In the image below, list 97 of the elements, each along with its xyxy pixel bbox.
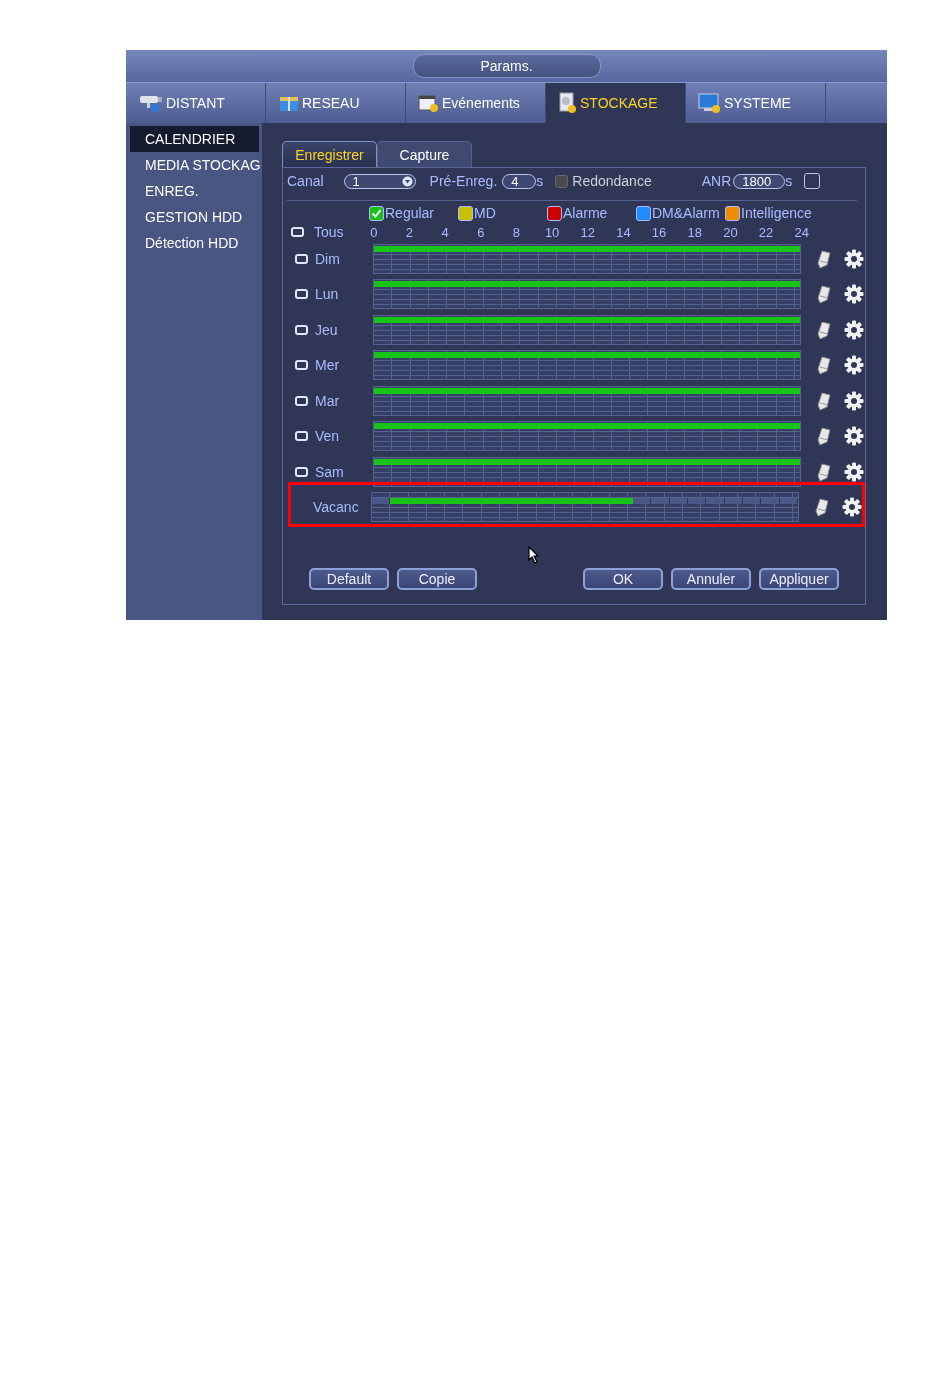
unit-label: s [536,173,544,189]
schedule-grid[interactable] [373,314,801,345]
action-button[interactable]: OK [583,568,663,590]
hour-label: 10 [543,224,561,240]
day-label: Ven [315,428,341,445]
legend-label: DM&Alarm [652,205,720,221]
legend-swatch[interactable] [725,205,740,221]
day-label: Vacanc [313,499,360,516]
settings-icon[interactable] [844,461,864,482]
sidebar-item[interactable]: ENREG. [130,178,259,204]
hour-label: 14 [615,224,632,240]
settings-icon[interactable] [842,497,862,518]
row-toggle[interactable] [295,253,308,264]
disk-icon [558,92,578,114]
pen-icon[interactable] [814,497,830,518]
sidebar-item[interactable]: GESTION HDD [130,204,259,230]
hour-label: 16 [650,224,668,240]
field-label: Pré-Enreg. [429,173,498,189]
schedule-grid[interactable] [373,385,801,416]
hour-label: 24 [793,224,810,240]
hour-label: 4 [440,224,450,240]
camera-icon [138,93,164,113]
row-toggle[interactable] [295,360,308,371]
schedule-grid[interactable] [373,279,801,310]
hour-label: 20 [722,224,739,240]
pen-icon[interactable] [816,426,832,447]
monitor-icon [698,93,722,113]
day-label: Dim [315,250,341,267]
legend-swatch[interactable] [369,205,384,221]
day-label: Sam [315,463,345,480]
row-toggle[interactable] [295,324,308,335]
field-label: Canal [287,173,324,189]
window-title: Params. [412,54,601,78]
pen-icon[interactable] [816,390,832,411]
box-icon [278,94,300,112]
menu-tab[interactable]: SYSTEME [686,83,826,123]
row-toggle[interactable] [295,431,308,442]
pen-icon[interactable] [816,319,832,340]
day-label: Lun [315,286,340,303]
hour-label: 6 [476,224,486,240]
settings-icon[interactable] [844,284,864,305]
action-button[interactable]: Appliquer [759,568,839,590]
settings-icon[interactable] [844,426,864,447]
settings-icon[interactable] [844,355,864,376]
legend-label: Regular [385,205,435,221]
settings-icon[interactable] [844,319,864,340]
schedule-grid[interactable] [373,243,801,274]
pen-icon[interactable] [816,461,832,482]
sub-tab[interactable]: Capture [377,141,472,167]
hour-label: 22 [757,224,775,240]
row-toggle[interactable] [291,227,304,237]
legend-label: Intelligence [741,205,812,221]
sidebar-item[interactable]: Détection HDD [130,230,259,256]
row-toggle[interactable] [295,395,308,406]
legend-swatch[interactable] [458,205,473,221]
sidebar-item[interactable]: MEDIA STOCKAG [130,152,259,178]
hour-label: 18 [686,224,703,240]
action-button[interactable]: Default [309,568,389,590]
menu-tab[interactable]: Evénements [406,83,546,123]
calendar-icon [418,93,440,113]
legend-swatch[interactable] [547,205,562,221]
pre-record-field[interactable]: 4 [502,173,537,189]
schedule-grid[interactable] [371,492,799,523]
day-label: Jeu [315,321,339,338]
legend-label: Alarme [563,205,608,221]
hour-label: 12 [579,224,596,240]
action-button[interactable]: Copie [397,568,477,590]
day-label: Mar [315,392,341,409]
unit-label: s [785,173,793,189]
hour-label: 2 [404,224,415,240]
pen-icon[interactable] [816,355,832,376]
cursor-icon [528,546,540,564]
hour-label: 0 [369,224,379,240]
menu-tab[interactable]: RESEAU [266,83,406,123]
all-label: Tous [314,224,344,240]
settings-icon[interactable] [844,248,864,269]
legend-label: MD [474,205,496,221]
channel-dropdown[interactable]: 1 [343,173,416,189]
day-label: Mer [315,357,341,374]
hour-label: 8 [511,224,522,240]
action-button[interactable]: Annuler [671,568,751,590]
sidebar-item[interactable]: CALENDRIER [130,126,259,152]
caret-icon [401,175,413,187]
settings-icon[interactable] [844,390,864,411]
pen-icon[interactable] [816,284,832,305]
menu-tab[interactable]: STOCKAGE [546,83,686,123]
legend-swatch[interactable] [636,205,651,221]
schedule-grid[interactable] [373,350,801,381]
field-label: ANR [701,173,732,189]
pen-icon[interactable] [816,248,832,269]
schedule-grid[interactable] [373,421,801,452]
anr-field[interactable]: 1800 [733,173,786,189]
sub-tab[interactable]: Enregistrer [282,141,377,167]
row-toggle[interactable] [295,289,308,300]
checkbox[interactable] [804,173,821,189]
checkbox-label: Redondance [572,173,652,189]
row-toggle[interactable] [295,466,308,477]
